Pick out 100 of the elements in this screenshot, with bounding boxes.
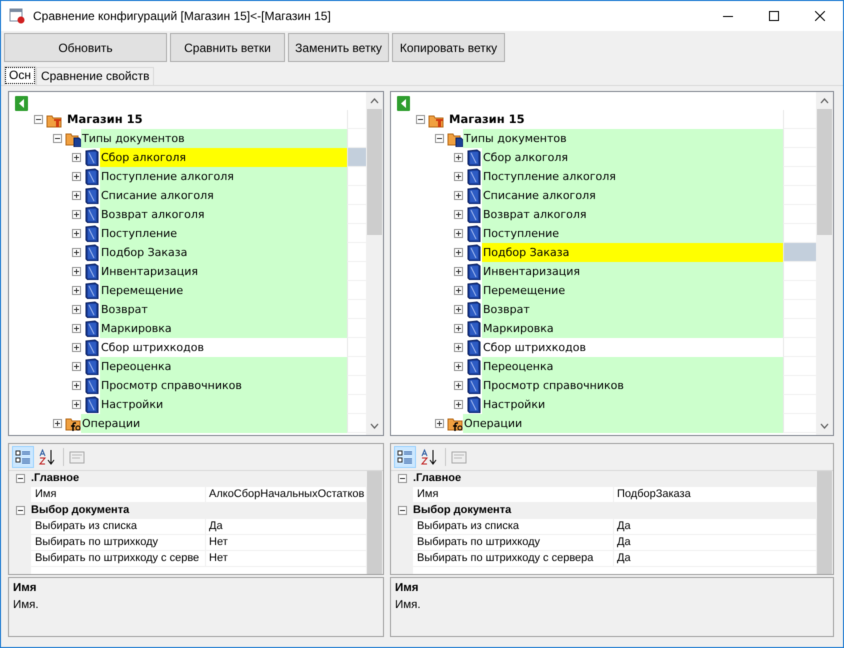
tree-item[interactable]: Сбор штрихкодов: [100, 338, 347, 357]
tree-item[interactable]: Списание алкоголя: [100, 186, 347, 205]
tree-item[interactable]: Сбор алкоголя: [100, 148, 347, 167]
expand-button[interactable]: [435, 419, 444, 428]
tree-item[interactable]: Операции: [463, 414, 783, 433]
tree-item[interactable]: Поступление: [482, 224, 783, 243]
expand-button[interactable]: [454, 305, 463, 314]
tree-item[interactable]: Возврат: [482, 300, 783, 319]
book-icon: [84, 168, 99, 185]
view-mode-button[interactable]: [12, 446, 34, 468]
tree-item[interactable]: Поступление: [100, 224, 347, 243]
expand-button[interactable]: [72, 286, 81, 295]
collapse-button[interactable]: [416, 115, 425, 124]
tree-item[interactable]: Просмотр справочников: [482, 376, 783, 395]
window-title: Сравнение конфигураций [Магазин 15]<-[Магазин 15]: [33, 8, 332, 25]
folder-icon: [64, 130, 80, 146]
expand-button[interactable]: [72, 267, 81, 276]
collapse-button[interactable]: [398, 474, 406, 483]
tree-item[interactable]: Операции: [81, 414, 347, 433]
toolbar-button[interactable]: Сравнить ветки: [170, 33, 285, 62]
toolbar-button[interactable]: Заменить ветку: [288, 33, 389, 62]
expand-button[interactable]: [454, 343, 463, 352]
expand-button[interactable]: [454, 267, 463, 276]
maximize-button[interactable]: [769, 11, 779, 21]
tree-item[interactable]: Переоценка: [100, 357, 347, 376]
property-name: Выбирать по штрихкоду: [416, 535, 541, 550]
book-icon: [466, 244, 481, 261]
expand-button[interactable]: [72, 343, 81, 352]
expand-button[interactable]: [72, 248, 81, 257]
tree-item[interactable]: Магазин 15: [444, 110, 783, 129]
tree-item[interactable]: Подбор Заказа: [100, 243, 347, 262]
expand-button[interactable]: [72, 229, 81, 238]
toolbar-button[interactable]: Копировать ветку: [392, 33, 505, 62]
expand-button[interactable]: [72, 381, 81, 390]
tree-item[interactable]: Возврат: [100, 300, 347, 319]
collapse-button[interactable]: [398, 506, 406, 515]
property-name: Выбирать по штрихкоду: [34, 535, 159, 550]
tree-item[interactable]: Маркировка: [100, 319, 347, 338]
book-icon: [84, 339, 99, 356]
tree-item[interactable]: Настройки: [482, 395, 783, 414]
scrollbar-thumb[interactable]: [367, 109, 382, 235]
expand-button[interactable]: [72, 324, 81, 333]
tree-item[interactable]: Возврат алкоголя: [482, 205, 783, 224]
tree-item[interactable]: Настройки: [100, 395, 347, 414]
expand-button[interactable]: [72, 400, 81, 409]
expand-button[interactable]: [454, 210, 463, 219]
collapse-button[interactable]: [53, 134, 62, 143]
back-button[interactable]: [397, 96, 410, 112]
expand-button[interactable]: [454, 172, 463, 181]
tree-item[interactable]: Поступление алкоголя: [100, 167, 347, 186]
category-label: .Главное: [31, 471, 366, 486]
tree-item[interactable]: Перемещение: [482, 281, 783, 300]
collapse-button[interactable]: [16, 506, 24, 515]
tab[interactable]: Сравнение свойств: [36, 67, 154, 85]
tree-item[interactable]: Поступление алкоголя: [482, 167, 783, 186]
expand-button[interactable]: [53, 419, 62, 428]
collapse-button[interactable]: [16, 474, 24, 483]
tab[interactable]: Осн: [4, 66, 36, 85]
book-icon: [84, 320, 99, 337]
tree-item[interactable]: Сбор штрихкодов: [482, 338, 783, 357]
expand-button[interactable]: [72, 153, 81, 162]
toolbar-button[interactable]: Обновить: [4, 33, 167, 62]
expand-button[interactable]: [454, 324, 463, 333]
view-mode-button[interactable]: [394, 446, 416, 468]
tree-item[interactable]: Сбор алкоголя: [482, 148, 783, 167]
book-icon: [466, 225, 481, 242]
tree-item[interactable]: Инвентаризация: [100, 262, 347, 281]
collapse-button[interactable]: [435, 134, 444, 143]
tree-item[interactable]: Подбор Заказа: [482, 243, 783, 262]
expand-button[interactable]: [454, 191, 463, 200]
tree-item[interactable]: Типы документов: [81, 129, 347, 148]
tree-item[interactable]: Возврат алкоголя: [100, 205, 347, 224]
tree-item[interactable]: Магазин 15: [62, 110, 347, 129]
back-button[interactable]: [15, 96, 28, 112]
property-name: Выбирать из списка: [34, 519, 138, 534]
expand-button[interactable]: [454, 229, 463, 238]
collapse-button[interactable]: [34, 115, 43, 124]
expand-button[interactable]: [454, 381, 463, 390]
tree-item[interactable]: Переоценка: [482, 357, 783, 376]
tree-item[interactable]: Списание алкоголя: [482, 186, 783, 205]
tree-item[interactable]: Инвентаризация: [482, 262, 783, 281]
tree-item[interactable]: Перемещение: [100, 281, 347, 300]
close-button[interactable]: [815, 11, 825, 21]
expand-button[interactable]: [454, 400, 463, 409]
expand-button[interactable]: [72, 305, 81, 314]
expand-button[interactable]: [72, 172, 81, 181]
expand-button[interactable]: [72, 191, 81, 200]
book-icon: [466, 263, 481, 280]
tree-item[interactable]: Типы документов: [463, 129, 783, 148]
expand-button[interactable]: [454, 153, 463, 162]
expand-button[interactable]: [72, 362, 81, 371]
category-label: Выбор документа: [31, 503, 366, 518]
expand-button[interactable]: [454, 286, 463, 295]
tree-item[interactable]: Просмотр справочников: [100, 376, 347, 395]
tree-item[interactable]: Маркировка: [482, 319, 783, 338]
scrollbar-thumb[interactable]: [817, 109, 832, 235]
expand-button[interactable]: [72, 210, 81, 219]
expand-button[interactable]: [454, 248, 463, 257]
book-icon: [466, 339, 481, 356]
expand-button[interactable]: [454, 362, 463, 371]
